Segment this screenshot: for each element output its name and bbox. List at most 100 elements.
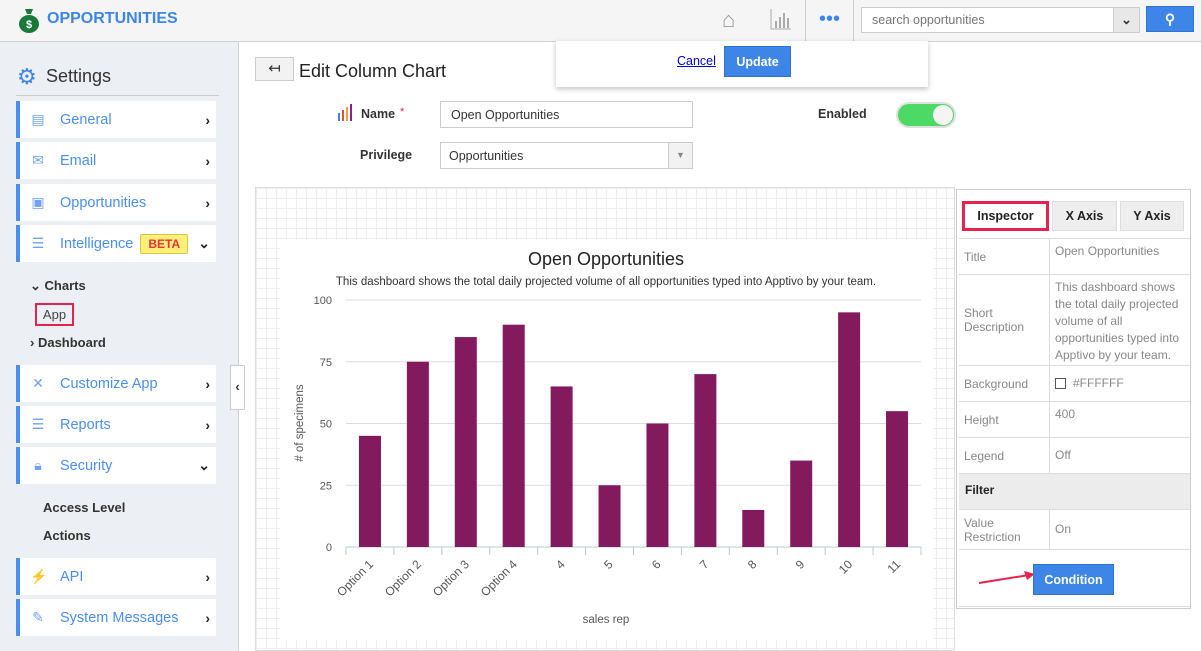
svg-text:$: $ [26, 19, 32, 31]
x-axis-label: sales rep [583, 614, 630, 626]
sidebar-item-label: Intelligence [60, 235, 134, 252]
cancel-link[interactable]: Cancel [677, 54, 716, 68]
toggle-knob [933, 105, 953, 125]
inspector-row-legend[interactable]: Legend Off [959, 437, 1190, 473]
more-icon[interactable]: ••• [805, 0, 854, 41]
x-tick-label: Option 1 [334, 557, 376, 599]
chart-icon[interactable] [770, 8, 792, 30]
inspector-row-title[interactable]: Title Open Opportunities [959, 238, 1190, 274]
search-dropdown-chevron-icon[interactable]: ⌄ [1113, 7, 1140, 33]
lock-icon: 🔒︎ [34, 457, 42, 473]
chevron-right-icon: › [205, 111, 210, 128]
y-tick-label: 75 [320, 357, 332, 369]
back-button[interactable]: ↤ [255, 57, 294, 81]
charts-label: Charts [44, 278, 86, 293]
dashboard-label: Dashboard [37, 335, 106, 350]
row-value[interactable]: On [1050, 510, 1190, 549]
row-value[interactable]: 400 [1050, 402, 1190, 437]
divider [16, 95, 219, 96]
window-icon: ▣ [31, 194, 45, 210]
inspector-row-background[interactable]: Background #FFFFFF [959, 365, 1190, 401]
sidebar-item-label: Email [60, 152, 97, 169]
filter-header: Filter [959, 473, 1190, 509]
row-value[interactable]: Off [1050, 438, 1190, 473]
chevron-right-icon: › [205, 568, 210, 585]
sidebar-sub-access-level[interactable]: Access Level [43, 500, 125, 515]
sidebar-item-api[interactable]: ⚡ API › [16, 558, 216, 595]
name-input[interactable]: Open Opportunities [440, 101, 693, 128]
arrow-annotation-icon [978, 571, 1035, 584]
y-tick-label: 25 [320, 480, 332, 492]
tab-x-axis[interactable]: X Axis [1052, 201, 1117, 231]
row-value[interactable]: #FFFFFF [1073, 375, 1124, 392]
x-tick-label: 7 [697, 557, 712, 572]
search-button[interactable]: ⚲ [1146, 6, 1194, 32]
sidebar-item-label: System Messages [60, 609, 179, 626]
chart-title: Open Opportunities [528, 249, 684, 269]
tab-y-axis[interactable]: Y Axis [1120, 201, 1184, 231]
top-header: $ OPPORTUNITIES ⌂ ••• ⌄ ⚲ [0, 0, 1201, 42]
row-key: Height [959, 402, 1050, 437]
color-swatch[interactable] [1055, 378, 1066, 389]
action-popup: Cancel Update [556, 41, 928, 87]
y-tick-label: 100 [314, 295, 332, 307]
sidebar-item-label: Security [60, 457, 113, 474]
sidebar-sub-app[interactable]: App [35, 303, 74, 326]
sidebar-item-label: General [60, 111, 112, 128]
x-tick-label: 8 [745, 557, 760, 572]
search-input[interactable] [861, 7, 1114, 33]
money-bag-icon: $ [19, 9, 39, 33]
list-icon: ☰ [31, 235, 45, 251]
bar [694, 374, 717, 547]
sidebar-title: Settings [46, 66, 112, 86]
beta-badge: BETA [140, 233, 189, 254]
inspector-row-height[interactable]: Height 400 [959, 401, 1190, 437]
search-icon: ⚲ [1164, 10, 1176, 27]
home-icon[interactable]: ⌂ [722, 7, 735, 33]
sidebar-item-label: API [60, 568, 84, 585]
bar [358, 435, 381, 547]
sidebar-item-intelligence[interactable]: ☰ Intelligence BETA ⌄ [16, 225, 216, 262]
name-label: Name [361, 107, 396, 121]
condition-button[interactable]: Condition [1033, 564, 1114, 595]
sidebar-item-general[interactable]: ▤ General › [16, 101, 216, 138]
monitor-icon: ▤ [31, 111, 45, 127]
sidebar-item-security[interactable]: 🔒︎ Security ⌄ [16, 447, 216, 484]
chevron-down-icon: ⌄ [198, 235, 210, 251]
column-chart: Open Opportunities This dashboard shows … [294, 249, 922, 626]
sidebar-item-reports[interactable]: ☰ Reports › [16, 406, 216, 443]
x-tick-label: 11 [884, 557, 903, 576]
y-tick-label: 50 [320, 419, 332, 431]
privilege-value: Opportunities [449, 148, 524, 163]
sidebar-item-label: Reports [60, 416, 111, 433]
chevron-right-icon: › [205, 194, 210, 211]
row-key: Title [959, 239, 1050, 274]
chevron-right-icon: › [205, 152, 210, 169]
row-value[interactable]: This dashboard shows the total daily pro… [1050, 275, 1190, 365]
collapse-sidebar-handle[interactable]: ‹ [230, 365, 245, 410]
sidebar-item-system-messages[interactable]: ✎ System Messages › [16, 599, 216, 636]
sidebar-sub-charts[interactable]: ⌄ Charts [30, 278, 86, 294]
inspector-row-short-description[interactable]: Short Description This dashboard shows th… [959, 274, 1190, 365]
row-value[interactable]: Open Opportunities [1050, 239, 1190, 274]
sidebar-item-label: Customize App [60, 375, 158, 392]
chevron-right-icon: › [30, 335, 38, 350]
sidebar-sub-dashboard[interactable]: › Dashboard [30, 335, 106, 350]
sidebar-item-email[interactable]: ✉ Email › [16, 142, 216, 179]
chevron-right-icon: › [205, 609, 210, 626]
column-chart-icon [338, 104, 352, 121]
sidebar-item-opportunities[interactable]: ▣ Opportunities › [16, 184, 216, 221]
privilege-select[interactable]: Opportunities ▼ [440, 142, 693, 169]
x-tick-label: Option 3 [430, 557, 472, 599]
update-button[interactable]: Update [724, 46, 791, 77]
chart-subtitle: This dashboard shows the total daily pro… [336, 276, 876, 288]
bar [886, 411, 909, 547]
row-key: Background [959, 366, 1050, 401]
page-title: Edit Column Chart [299, 61, 447, 81]
gear-icon: ⚙ [17, 64, 37, 89]
tab-inspector[interactable]: Inspector [962, 201, 1049, 231]
inspector-row-value-restriction[interactable]: Value Restriction On [959, 509, 1190, 549]
sidebar-sub-actions[interactable]: Actions [43, 528, 91, 543]
sidebar-item-customize-app[interactable]: ✕ Customize App › [16, 365, 216, 402]
enabled-toggle[interactable] [896, 102, 956, 128]
